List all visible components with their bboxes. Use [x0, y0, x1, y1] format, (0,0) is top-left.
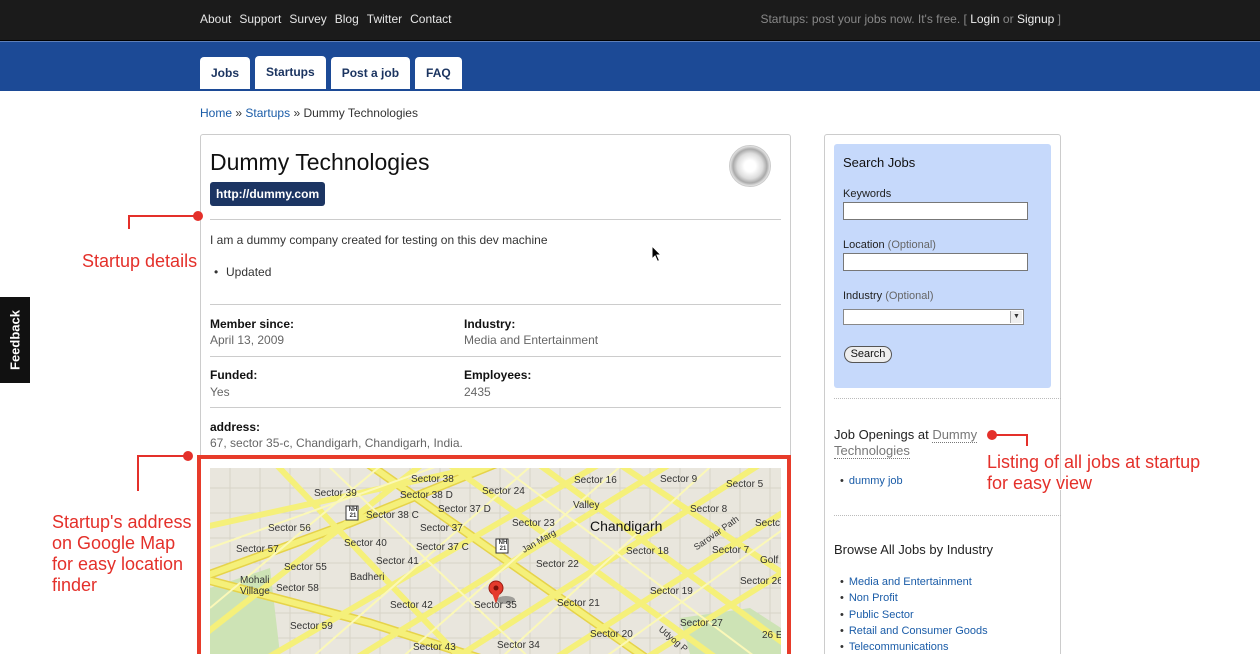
breadcrumb: Home » Startups » Dummy Technologies: [200, 106, 418, 120]
breadcrumb-separator: »: [293, 106, 301, 120]
annotation-line: [992, 434, 1028, 436]
search-jobs-title: Search Jobs: [843, 155, 916, 170]
breadcrumb-current: Dummy Technologies: [303, 106, 418, 120]
industry-label-text: Industry: [843, 290, 883, 302]
tab-startups[interactable]: Startups: [255, 56, 326, 89]
nav-blog[interactable]: Blog: [335, 12, 359, 26]
industry-link[interactable]: Retail and Consumer Goods: [840, 625, 988, 641]
funded-value: Yes: [210, 385, 230, 399]
login-link[interactable]: Login: [970, 12, 999, 26]
divider: [210, 407, 781, 408]
top-nav: About Support Survey Blog Twitter Contac…: [200, 12, 451, 26]
job-openings-prefix: Job Openings at: [834, 427, 929, 442]
tab-faq[interactable]: FAQ: [415, 57, 462, 89]
update-text: Updated: [226, 265, 272, 279]
tab-jobs[interactable]: Jobs: [200, 57, 251, 89]
job-opening-item[interactable]: dummy job: [840, 475, 903, 491]
tab-post-a-job[interactable]: Post a job: [330, 57, 411, 89]
annotation-line-text: Listing of all jobs at startup: [987, 452, 1201, 472]
industry-link[interactable]: Public Sector: [840, 609, 988, 625]
keywords-label: Keywords: [843, 188, 892, 200]
chevron-down-icon: ▼: [1010, 311, 1022, 323]
address-value: 67, sector 35-c, Chandigarh, Chandigarh,…: [210, 436, 463, 450]
location-input[interactable]: [843, 253, 1028, 271]
update-item: Updated: [214, 265, 272, 279]
address-label: address:: [210, 420, 261, 434]
top-bar: About Support Survey Blog Twitter Contac…: [0, 0, 1260, 41]
feedback-label: Feedback: [7, 310, 23, 370]
industry-list: Media and Entertainment Non Profit Publi…: [840, 576, 988, 654]
industry-optional: (Optional): [885, 290, 934, 302]
industry-link[interactable]: Non Profit: [840, 592, 988, 608]
location-label: Location (Optional): [843, 239, 936, 251]
annotation-address-map: Startup's address on Google Map for easy…: [52, 512, 192, 596]
breadcrumb-separator: »: [235, 106, 243, 120]
tab-bar: Jobs Startups Post a job FAQ: [0, 41, 1260, 91]
search-button[interactable]: Search: [844, 346, 892, 363]
company-name: Dummy Technologies: [210, 149, 430, 175]
promo-text: Startups: post your jobs now. It's free.…: [760, 12, 1061, 26]
breadcrumb-home[interactable]: Home: [200, 106, 232, 120]
annotation-dot: [183, 451, 193, 461]
annotation-line-text: Startup's address: [52, 512, 192, 532]
funded-label: Funded:: [210, 368, 258, 382]
job-openings-heading: Job Openings at Dummy Technologies: [834, 427, 994, 459]
annotation-listing: Listing of all jobs at startup for easy …: [987, 452, 1200, 494]
industry-label: Industry:: [464, 317, 516, 331]
employees-value: 2435: [464, 385, 491, 399]
company-description: I am a dummy company created for testing…: [210, 233, 548, 247]
signup-link[interactable]: Signup: [1017, 12, 1054, 26]
or-text: or: [1002, 12, 1014, 26]
divider: [834, 398, 1061, 399]
divider: [210, 219, 781, 220]
annotation-line-text: for easy location: [52, 554, 184, 574]
feedback-tab[interactable]: Feedback: [0, 296, 31, 384]
promo-message: Startups: post your jobs now. It's free.…: [760, 12, 967, 26]
annotation-line: [137, 455, 139, 491]
annotation-line-text: for easy view: [987, 473, 1093, 493]
annotation-startup-details: Startup details: [82, 251, 198, 271]
industry-value: Media and Entertainment: [464, 333, 599, 347]
industry-select-label: Industry (Optional): [843, 290, 934, 302]
location-optional: (Optional): [887, 239, 936, 251]
divider: [834, 515, 1061, 516]
keywords-input[interactable]: [843, 202, 1028, 220]
industry-link[interactable]: Telecommunications: [840, 641, 988, 654]
nav-contact[interactable]: Contact: [410, 12, 451, 26]
company-logo: [729, 145, 771, 187]
nav-support[interactable]: Support: [239, 12, 281, 26]
annotation-line-text: on Google Map: [52, 533, 176, 553]
company-url-badge[interactable]: http://dummy.com: [210, 182, 326, 206]
member-since-label: Member since:: [210, 317, 295, 331]
close-bracket: ]: [1057, 12, 1061, 26]
nav-survey[interactable]: Survey: [289, 12, 326, 26]
breadcrumb-startups[interactable]: Startups: [245, 106, 290, 120]
member-since-value: April 13, 2009: [210, 333, 285, 347]
nav-twitter[interactable]: Twitter: [367, 12, 402, 26]
divider: [210, 356, 781, 357]
employees-label: Employees:: [464, 368, 532, 382]
annotation-line: [1026, 434, 1028, 446]
annotation-line-text: finder: [52, 575, 98, 595]
annotation-dot: [193, 211, 203, 221]
browse-industry-heading: Browse All Jobs by Industry: [834, 542, 993, 557]
annotation-line: [137, 455, 189, 457]
job-openings-list: dummy job: [840, 475, 903, 491]
mouse-cursor-icon: [651, 245, 663, 263]
annotation-line: [128, 215, 130, 229]
location-label-text: Location: [843, 239, 885, 251]
divider: [210, 304, 781, 305]
annotation-line: [128, 215, 198, 217]
industry-select[interactable]: ▼: [843, 309, 1024, 325]
industry-link[interactable]: Media and Entertainment: [840, 576, 988, 592]
nav-about[interactable]: About: [200, 12, 231, 26]
map-highlight-frame: [197, 455, 791, 654]
